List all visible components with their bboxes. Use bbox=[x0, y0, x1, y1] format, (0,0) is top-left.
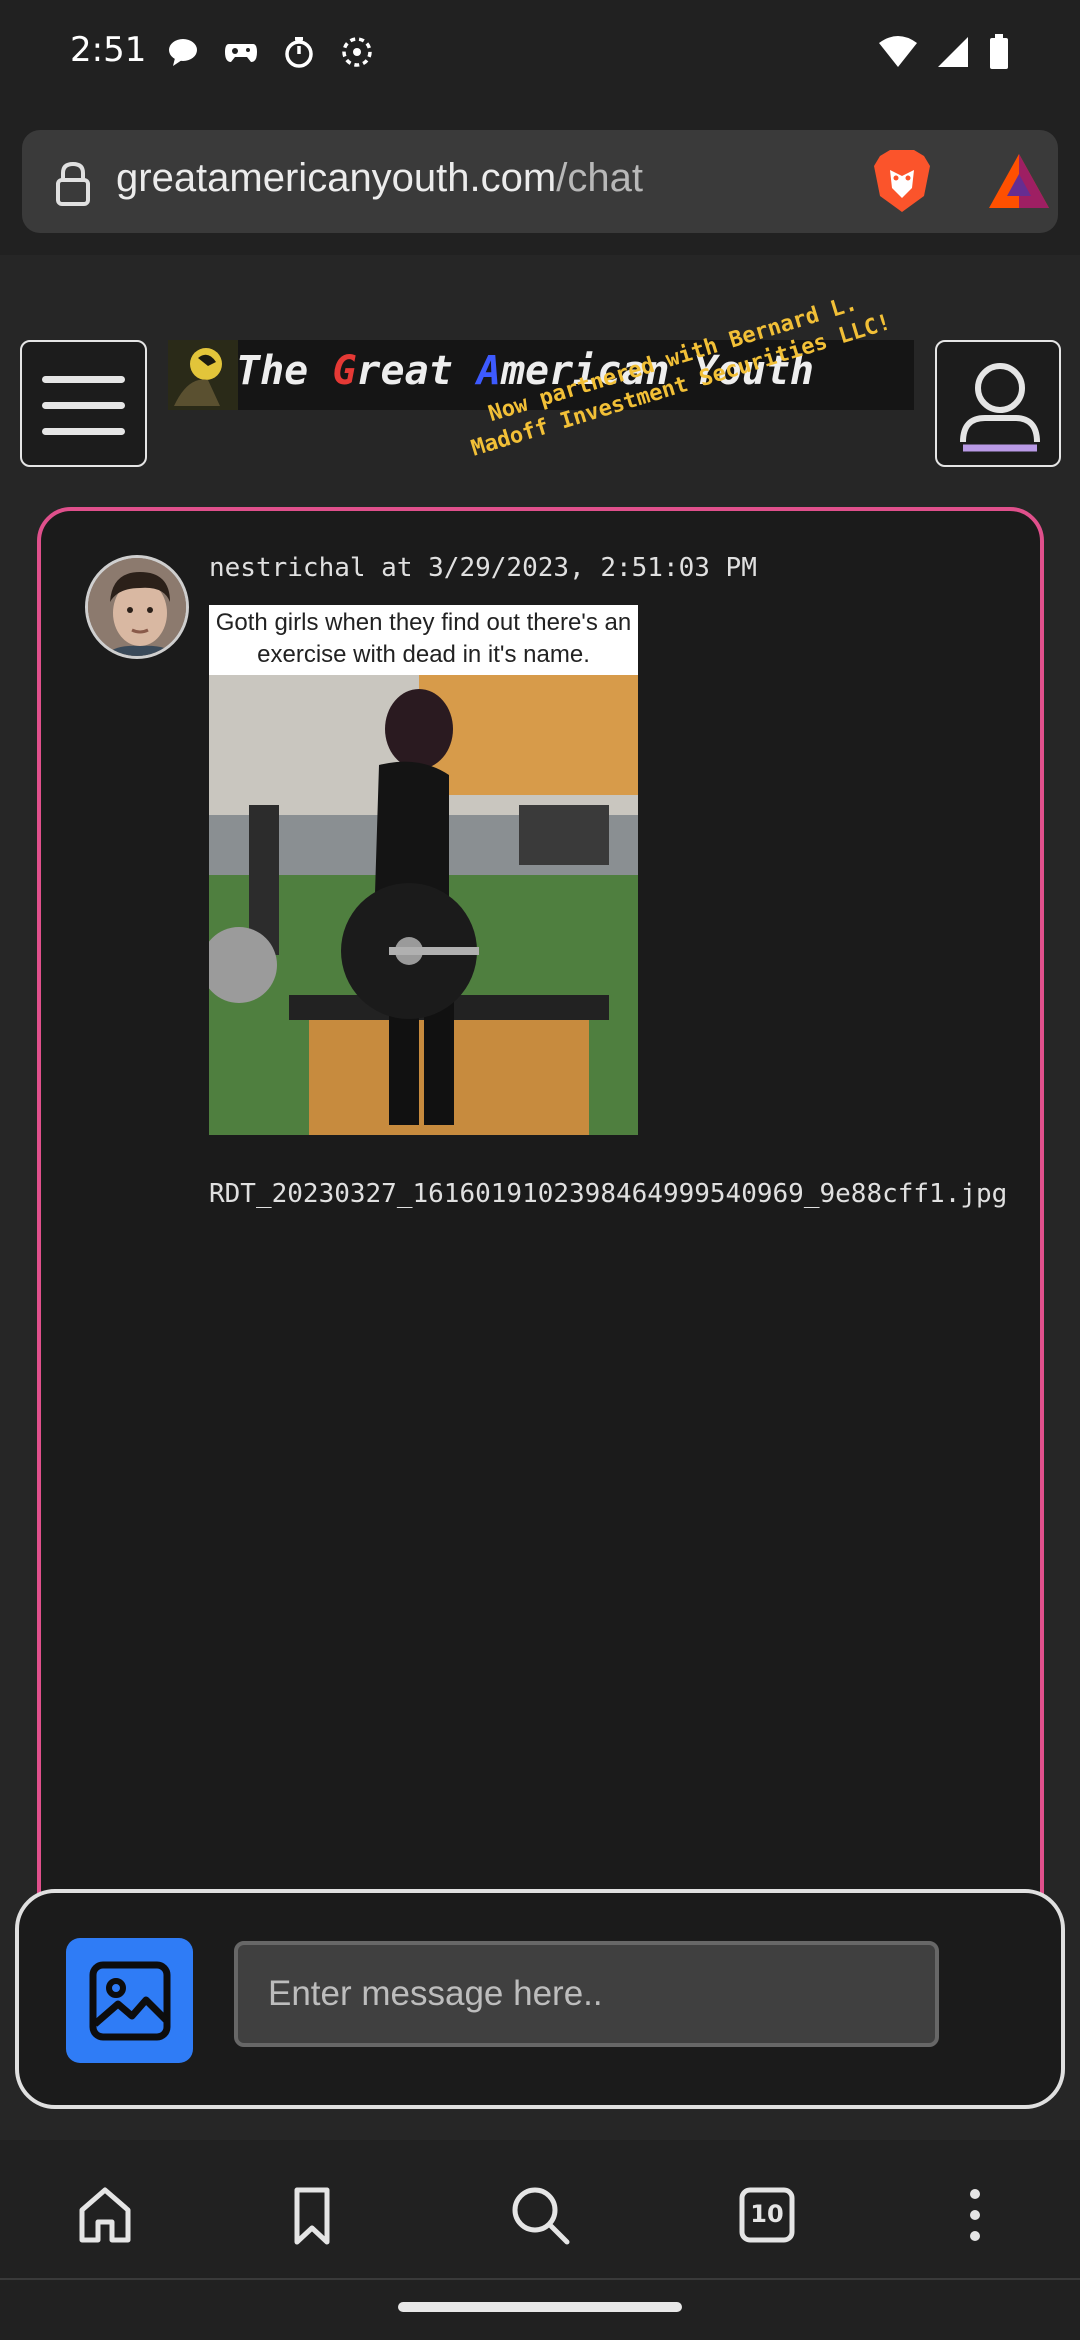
battery-icon bbox=[988, 34, 1010, 74]
gesture-bar[interactable] bbox=[398, 2302, 682, 2312]
hamburger-line bbox=[42, 428, 125, 435]
upload-image-button[interactable] bbox=[66, 1938, 193, 2063]
chat-messages[interactable]: nestrichal at 3/29/2023, 2:51:03 PM Goth… bbox=[37, 507, 1044, 1987]
brave-lion-icon[interactable] bbox=[872, 148, 932, 218]
chat-bubble-icon bbox=[165, 34, 201, 70]
eagle-logo-icon bbox=[168, 340, 238, 410]
image-icon bbox=[88, 1960, 172, 2046]
url-domain: greatamericanyouth.com bbox=[116, 156, 557, 200]
address-bar[interactable]: greatamericanyouth.com/chat bbox=[22, 130, 1058, 233]
bookmark-icon[interactable] bbox=[277, 2180, 347, 2250]
url-text[interactable]: greatamericanyouth.com/chat bbox=[116, 156, 643, 201]
search-icon[interactable] bbox=[505, 2180, 575, 2250]
user-icon bbox=[955, 354, 1045, 458]
status-time: 2:51 bbox=[70, 30, 147, 70]
wifi-icon bbox=[878, 35, 918, 73]
url-path: /chat bbox=[556, 156, 643, 200]
notification-icons bbox=[165, 34, 375, 70]
stopwatch-icon bbox=[281, 34, 317, 70]
attachment-filename[interactable]: RDT_20230327_1616019102398464999540969_9… bbox=[209, 1179, 1007, 1209]
status-bar: 2:51 bbox=[0, 0, 1080, 110]
tab-count: 10 bbox=[750, 2200, 784, 2228]
avatar[interactable] bbox=[85, 555, 189, 659]
title-g: G bbox=[332, 348, 357, 394]
message-author-timestamp: nestrichal at 3/29/2023, 2:51:03 PM bbox=[209, 553, 757, 583]
home-icon[interactable] bbox=[70, 2180, 140, 2250]
cell-signal-icon bbox=[936, 35, 970, 73]
user-profile-button[interactable] bbox=[935, 340, 1061, 467]
menu-button[interactable] bbox=[20, 340, 147, 467]
title-part: reat bbox=[356, 348, 477, 394]
divider bbox=[0, 2278, 1080, 2280]
bat-rewards-icon[interactable] bbox=[987, 152, 1051, 214]
hamburger-line bbox=[42, 402, 125, 409]
message-input[interactable] bbox=[234, 1941, 939, 2047]
tabs-icon[interactable]: 10 bbox=[732, 2180, 802, 2250]
title-part: The bbox=[236, 348, 333, 394]
image-caption: Goth girls when they find out there's an… bbox=[215, 609, 632, 668]
title-a: A bbox=[476, 348, 501, 394]
hamburger-line bbox=[42, 376, 125, 383]
system-icons bbox=[878, 34, 1010, 74]
canvas-icon bbox=[339, 34, 375, 70]
message-image[interactable]: Goth girls when they find out there's an… bbox=[209, 605, 638, 1135]
gym-photo bbox=[209, 675, 638, 1135]
message-composer bbox=[15, 1889, 1065, 2109]
lock-icon[interactable] bbox=[52, 160, 94, 210]
browser-bottom-toolbar: 10 bbox=[0, 2140, 1080, 2280]
game-controller-icon bbox=[223, 34, 259, 70]
more-icon[interactable] bbox=[940, 2180, 1010, 2250]
web-page: The Great American Youth Now partnered w… bbox=[0, 255, 1080, 2205]
